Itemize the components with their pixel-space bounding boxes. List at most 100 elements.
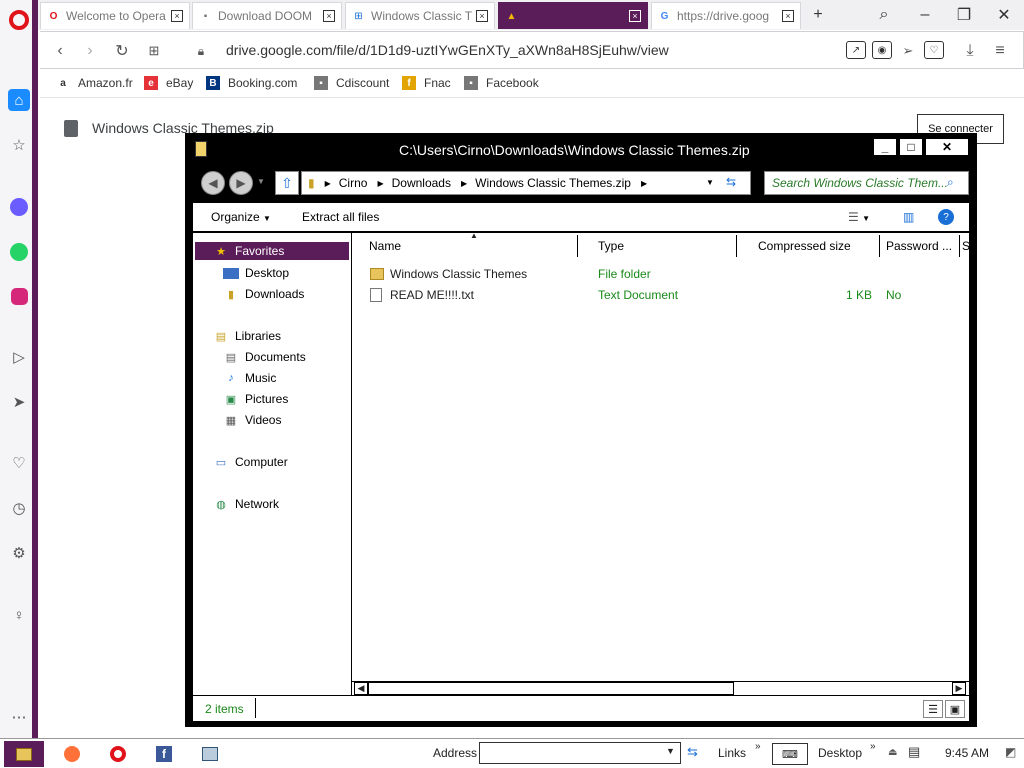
nav-libraries[interactable]: ▤ Libraries xyxy=(193,326,281,346)
search-icon[interactable]: ⌕ xyxy=(947,175,954,190)
network-tray-icon[interactable]: ▤ xyxy=(908,744,920,760)
minimize-icon[interactable]: – xyxy=(914,5,936,25)
scroll-left-icon[interactable]: ◀ xyxy=(354,682,368,695)
instagram-icon[interactable] xyxy=(8,285,30,307)
camera-icon[interactable]: ◉ xyxy=(872,41,892,59)
breadcrumb-downloads[interactable]: Downloads xyxy=(392,176,451,190)
eject-icon[interactable]: ⏏ xyxy=(888,747,897,758)
up-button[interactable]: ⇧ xyxy=(275,171,299,195)
nav-favorites[interactable]: ★ Favorites xyxy=(195,242,349,260)
whatsapp-icon[interactable] xyxy=(8,241,30,263)
details-view-icon[interactable]: ☰ xyxy=(923,700,943,718)
organize-button[interactable]: Organize ▼ xyxy=(211,210,271,224)
player-icon[interactable]: ▷ xyxy=(8,346,30,368)
restore-icon[interactable]: ❐ xyxy=(953,5,975,25)
minimize-button[interactable]: _ xyxy=(873,138,897,156)
close-window-icon[interactable]: ✕ xyxy=(993,5,1015,25)
snapshot-icon[interactable]: ↗ xyxy=(846,41,866,59)
clock[interactable]: 9:45 AM xyxy=(945,746,989,760)
nav-pictures[interactable]: ▣ Pictures xyxy=(193,389,289,409)
close-button[interactable]: ✕ xyxy=(925,138,969,156)
desktop-toolbar[interactable]: Desktop xyxy=(818,746,862,760)
address-toolbar-input[interactable]: ▼ xyxy=(479,742,681,764)
address-field[interactable]: ▮ ▶ Cirno ▶ Downloads ▶ Windows Classic … xyxy=(301,171,751,195)
extract-all-button[interactable]: Extract all files xyxy=(302,210,379,224)
forward-button[interactable]: ▶ xyxy=(229,171,253,195)
column-compressed-size[interactable]: Compressed size xyxy=(752,235,880,257)
large-icons-view-icon[interactable]: ▣ xyxy=(945,700,965,718)
bookmark-booking[interactable]: B Booking.com xyxy=(206,76,297,90)
links-chevron-icon[interactable]: » xyxy=(755,741,761,752)
lightbulb-icon[interactable]: ♀ xyxy=(8,604,30,626)
column-name[interactable]: Name xyxy=(363,235,578,257)
back-button[interactable]: ◀ xyxy=(201,171,225,195)
nav-videos[interactable]: ▦ Videos xyxy=(193,410,282,430)
tab-download-doom[interactable]: ▪ Download DOOM × xyxy=(192,2,342,29)
scroll-right-icon[interactable]: ▶ xyxy=(952,682,966,695)
tab-drive-url[interactable]: G https://drive.goog × xyxy=(651,2,801,29)
column-size[interactable]: S xyxy=(960,235,969,257)
bookmark-facebook[interactable]: ▪ Facebook xyxy=(464,76,539,90)
notification-icon[interactable]: ◩ xyxy=(1005,745,1016,759)
nav-computer[interactable]: ▭ Computer xyxy=(193,452,288,472)
search-tabs-icon[interactable]: ⌕ xyxy=(873,5,895,25)
crypto-wallet-icon[interactable]: ☆ xyxy=(8,134,30,156)
history-icon[interactable]: ◷ xyxy=(8,497,30,519)
scroll-thumb[interactable] xyxy=(368,682,734,695)
firefox-icon[interactable] xyxy=(52,741,92,767)
bookmark-ebay[interactable]: e eBay xyxy=(144,76,193,90)
close-tab-icon[interactable]: × xyxy=(476,10,488,22)
preview-pane-icon[interactable]: ▥ xyxy=(903,210,914,224)
breadcrumb-cirno[interactable]: Cirno xyxy=(339,176,368,190)
history-dropdown-icon[interactable]: ▼ xyxy=(257,177,265,186)
tab-windows-classic[interactable]: ⊞ Windows Classic T × xyxy=(345,2,495,29)
nav-network[interactable]: ◍ Network xyxy=(193,494,279,514)
keyboard-icon[interactable]: ⌨ xyxy=(772,743,808,765)
facebook-icon[interactable]: f xyxy=(144,741,184,767)
bookmark-cdiscount[interactable]: ▪ Cdiscount xyxy=(314,76,389,90)
close-tab-icon[interactable]: × xyxy=(629,10,641,22)
easy-setup-icon[interactable]: ≡ xyxy=(990,41,1010,61)
chevron-down-icon[interactable]: ▼ xyxy=(666,746,675,756)
view-options-icon[interactable]: ☰ ▼ xyxy=(848,210,870,224)
table-row[interactable]: Windows Classic Themes File folder xyxy=(352,264,969,284)
tab-welcome[interactable]: O Welcome to Opera × xyxy=(40,2,190,29)
url-field[interactable]: drive.google.com/file/d/1D1d9-uztIYwGEnX… xyxy=(226,42,669,58)
search-input[interactable]: Search Windows Classic Them... xyxy=(764,171,969,195)
reload-icon[interactable]: ↻ xyxy=(112,41,132,61)
app-window-icon[interactable] xyxy=(190,741,230,767)
settings-icon[interactable]: ⚙ xyxy=(8,542,30,564)
help-icon[interactable]: ? xyxy=(938,209,954,225)
share-icon[interactable]: ➢ xyxy=(898,41,918,61)
go-icon[interactable]: ⇆ xyxy=(687,744,698,760)
nav-desktop[interactable]: Desktop xyxy=(193,263,289,283)
column-type[interactable]: Type xyxy=(592,235,737,257)
address-dropdown-icon[interactable]: ▼ xyxy=(706,178,714,187)
horizontal-scrollbar[interactable]: ◀ ▶ xyxy=(352,681,969,695)
opera-logo-icon[interactable] xyxy=(9,10,29,30)
nav-music[interactable]: ♪ Music xyxy=(193,368,276,388)
start-button[interactable] xyxy=(4,741,44,767)
messenger-icon[interactable] xyxy=(8,196,30,218)
speed-dial-icon[interactable]: ⊞ xyxy=(144,41,164,61)
table-row[interactable]: READ ME!!!!.txt Text Document 1 KB No xyxy=(352,285,969,305)
breadcrumb-zip[interactable]: Windows Classic Themes.zip xyxy=(475,176,631,190)
heart-icon[interactable]: ♡ xyxy=(8,452,30,474)
desktop-chevron-icon[interactable]: » xyxy=(870,741,876,752)
close-tab-icon[interactable]: × xyxy=(323,10,335,22)
maximize-button[interactable]: □ xyxy=(899,138,923,156)
close-tab-icon[interactable]: × xyxy=(782,10,794,22)
opera-taskbar-icon[interactable] xyxy=(98,741,138,767)
nav-documents[interactable]: ▤ Documents xyxy=(193,347,306,367)
bookmark-amazon[interactable]: a Amazon.fr xyxy=(56,76,132,90)
nav-downloads[interactable]: ▮ Downloads xyxy=(193,284,304,304)
send-icon[interactable]: ➤ xyxy=(8,391,30,413)
downloads-icon[interactable]: ⤓ xyxy=(960,41,980,61)
bookmark-heart-icon[interactable]: ♡ xyxy=(924,41,944,59)
home-icon[interactable]: ⌂ xyxy=(8,89,30,111)
bookmark-fnac[interactable]: f Fnac xyxy=(402,76,451,90)
refresh-icon[interactable]: ⇆ xyxy=(726,175,736,189)
back-icon[interactable]: ‹ xyxy=(50,41,70,61)
more-icon[interactable]: ⋯ xyxy=(8,706,30,728)
forward-icon[interactable]: › xyxy=(80,41,100,61)
